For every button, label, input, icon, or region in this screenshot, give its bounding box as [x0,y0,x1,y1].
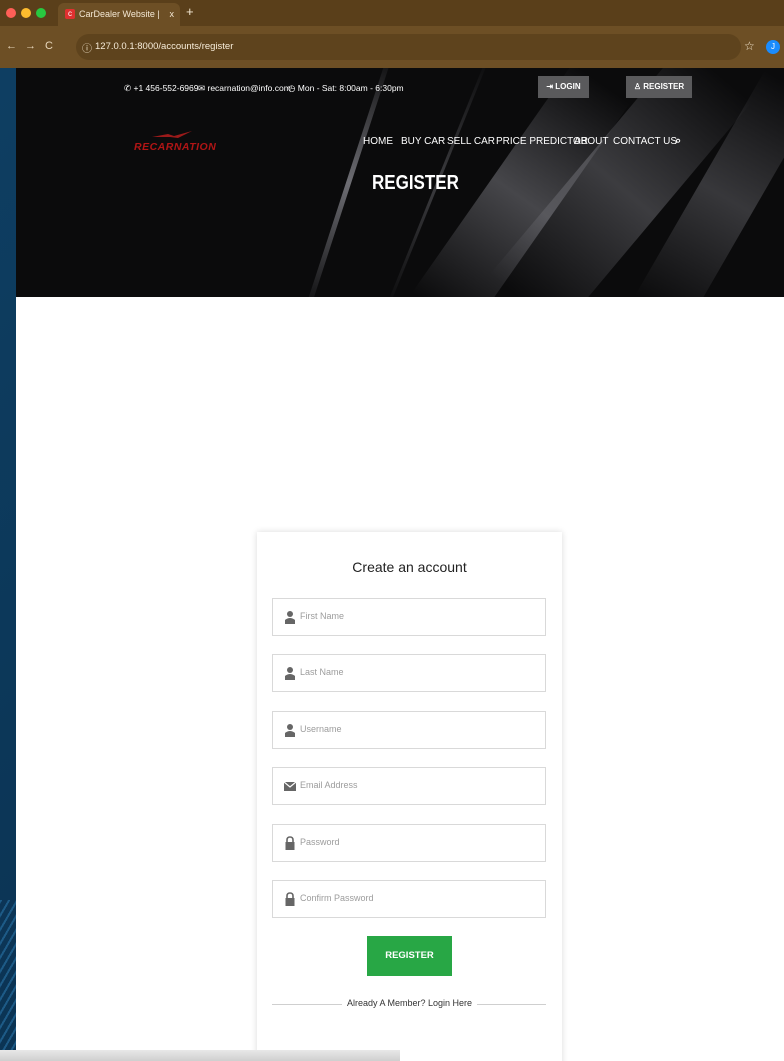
search-icon[interactable]: ⌕ [675,135,681,148]
hero-banner: ✆ +1 456-552-6969 ✉ recarnation@info.com… [16,68,784,297]
register-header-button[interactable]: ♙ REGISTER [626,76,692,98]
nav-contact-us[interactable]: CONTACT US [613,136,677,147]
logo-wing-icon [152,131,192,138]
nav-buy-car[interactable]: BUY CAR [401,136,445,147]
reload-button[interactable]: C [45,40,53,52]
business-hours: ◷ Mon - Sat: 8:00am - 6:30pm [288,83,404,93]
tab-close-icon[interactable]: x [170,3,175,26]
password-field[interactable]: Password [272,824,546,862]
password-placeholder: Password [300,837,340,847]
contact-phone: ✆ +1 456-552-6969 [124,83,199,93]
site-logo[interactable]: RECARNATION [134,141,216,153]
login-link[interactable]: Already A Member? Login Here [257,998,562,1008]
register-form-card: Create an account First Name Last Name U… [257,532,562,1061]
lock-icon [285,892,295,906]
nav-about[interactable]: ABOUT [574,136,608,147]
username-field[interactable]: Username [272,711,546,749]
sign-in-icon: ⇥ [546,82,554,91]
site-info-icon[interactable]: ⓘ [82,40,92,55]
bookmark-star-icon[interactable]: ☆ [744,39,755,53]
envelope-icon [284,781,296,791]
lock-icon [285,836,295,850]
clock-icon: ◷ [288,83,296,93]
forward-button[interactable]: → [25,40,36,52]
user-icon [285,611,295,624]
window-bottom-edge [0,1050,400,1061]
browser-tab[interactable]: c CarDealer Website | Register x [58,3,180,42]
web-page: ✆ +1 456-552-6969 ✉ recarnation@info.com… [16,68,784,1061]
address-bar[interactable]: ⓘ 127.0.0.1:8000/accounts/register [76,34,741,60]
contact-email: ✉ recarnation@info.com [198,83,291,93]
user-icon [285,667,295,680]
user-icon [285,724,295,737]
first-name-placeholder: First Name [300,611,345,621]
minimize-window-button[interactable] [21,8,31,18]
maximize-window-button[interactable] [36,8,46,18]
form-title: Create an account [352,559,467,575]
email-placeholder: Email Address [300,780,358,790]
page-title: REGISTER [372,172,459,194]
first-name-field[interactable]: First Name [272,598,546,636]
username-placeholder: Username [300,724,342,734]
confirm-password-field[interactable]: Confirm Password [272,880,546,918]
back-button[interactable]: ← [6,40,17,52]
last-name-placeholder: Last Name [300,667,344,677]
nav-home[interactable]: HOME [363,136,393,147]
close-window-button[interactable] [6,8,16,18]
site-favicon-icon: c [65,9,75,19]
register-submit-button[interactable]: REGISTER [367,936,452,976]
nav-sell-car[interactable]: SELL CAR [447,136,495,147]
browser-toolbar: ← → C ⓘ 127.0.0.1:8000/accounts/register… [0,26,784,68]
envelope-icon: ✉ [198,83,206,93]
login-button[interactable]: ⇥ LOGIN [538,76,589,98]
browser-window: c CarDealer Website | Register x + ← → C… [0,0,784,1061]
browser-titlebar: c CarDealer Website | Register x + [0,0,784,42]
phone-icon: ✆ [124,83,132,93]
confirm-password-placeholder: Confirm Password [300,893,374,903]
url-text[interactable]: 127.0.0.1:8000/accounts/register [95,41,233,52]
user-plus-icon: ♙ [633,82,642,91]
profile-avatar[interactable]: J [766,40,780,54]
new-tab-button[interactable]: + [186,4,194,19]
last-name-field[interactable]: Last Name [272,654,546,692]
email-field[interactable]: Email Address [272,767,546,805]
